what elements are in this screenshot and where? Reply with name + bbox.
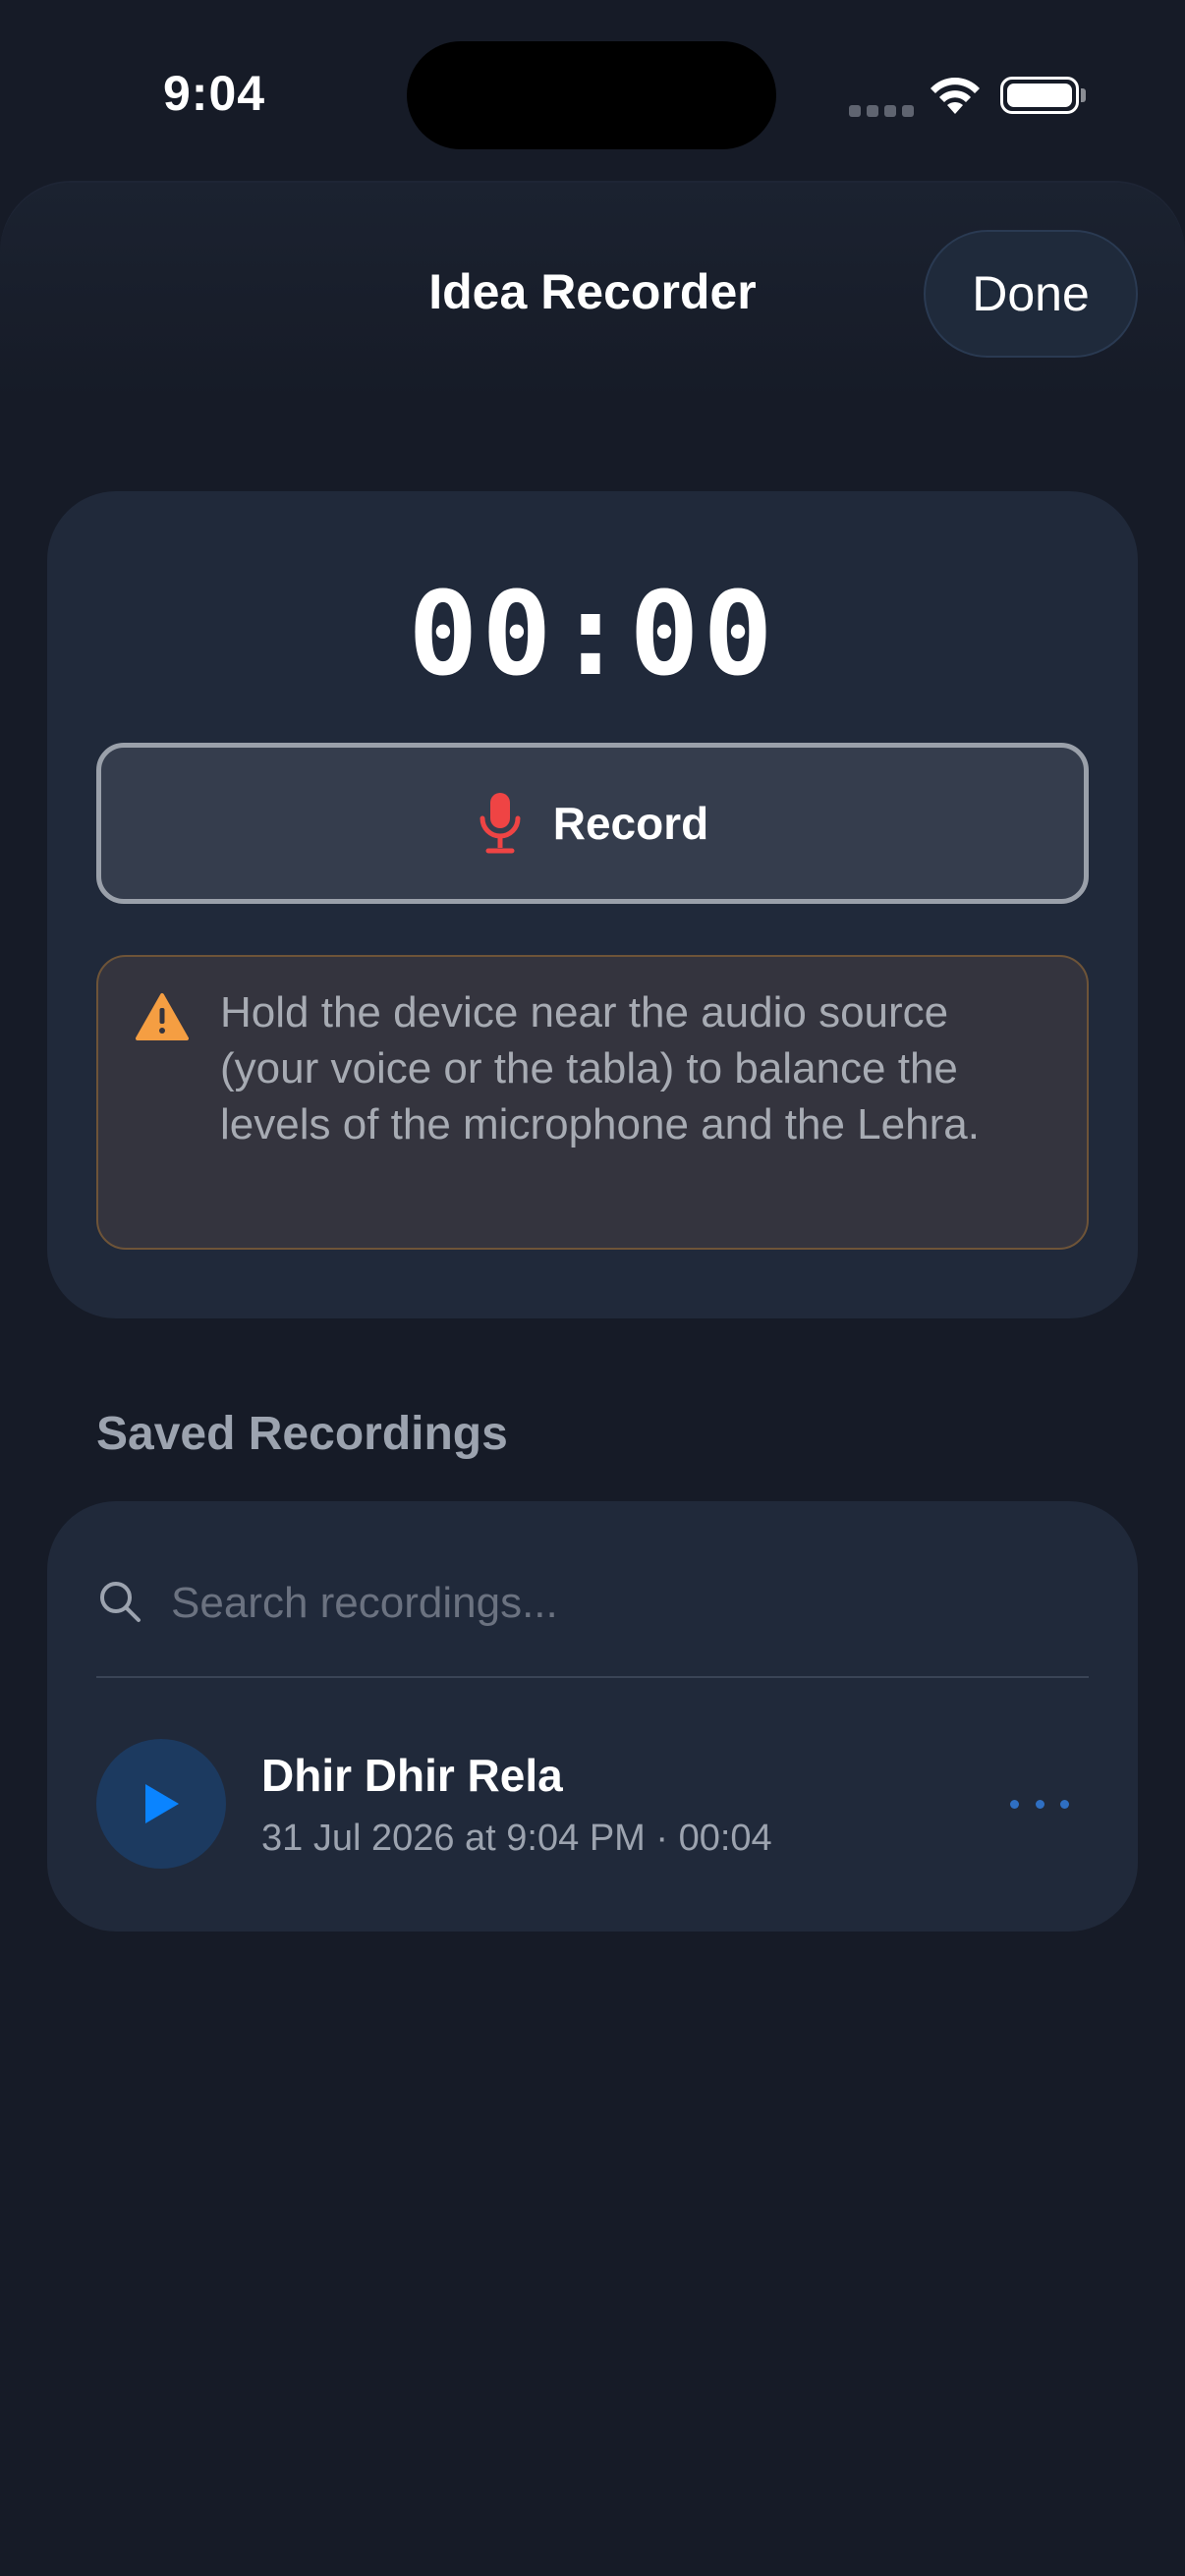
dynamic-island [407, 41, 776, 149]
recording-meta: 31 Jul 2026 at 9:04 PM · 00:04 [261, 1818, 772, 1859]
section-title: Saved Recordings [96, 1408, 508, 1460]
status-bar: 9:04 [0, 0, 1185, 187]
done-button[interactable]: Done [924, 230, 1138, 358]
record-button[interactable]: Record [96, 743, 1089, 904]
microphone-icon [480, 793, 521, 854]
record-label: Record [552, 798, 709, 849]
warning-triangle-icon [136, 993, 189, 1040]
battery-icon [1000, 77, 1079, 114]
cellular-signal-icon [849, 104, 920, 122]
recordings-list: Dhir Dhir Rela 31 Jul 2026 at 9:04 PM · … [47, 1501, 1138, 1932]
divider [96, 1676, 1089, 1678]
wifi-icon [931, 78, 980, 114]
search-input[interactable] [169, 1568, 1057, 1639]
search-bar [96, 1550, 1089, 1668]
hint-text: Hold the device near the audio source (y… [220, 988, 980, 1148]
battery-tip [1081, 88, 1086, 102]
list-item[interactable]: Dhir Dhir Rela 31 Jul 2026 at 9:04 PM · … [96, 1739, 1089, 1871]
play-icon [145, 1784, 179, 1823]
search-icon [100, 1582, 141, 1622]
more-options-icon[interactable] [1010, 1786, 1069, 1821]
recording-title: Dhir Dhir Rela [261, 1750, 563, 1801]
status-time: 9:04 [163, 66, 266, 121]
play-button[interactable] [96, 1739, 226, 1869]
recording-timer: 00:00 [408, 566, 777, 701]
hint-banner: Hold the device near the audio source (y… [96, 955, 1089, 1250]
recorder-card: 00:00 Record Hold the device near the au… [47, 491, 1138, 1318]
